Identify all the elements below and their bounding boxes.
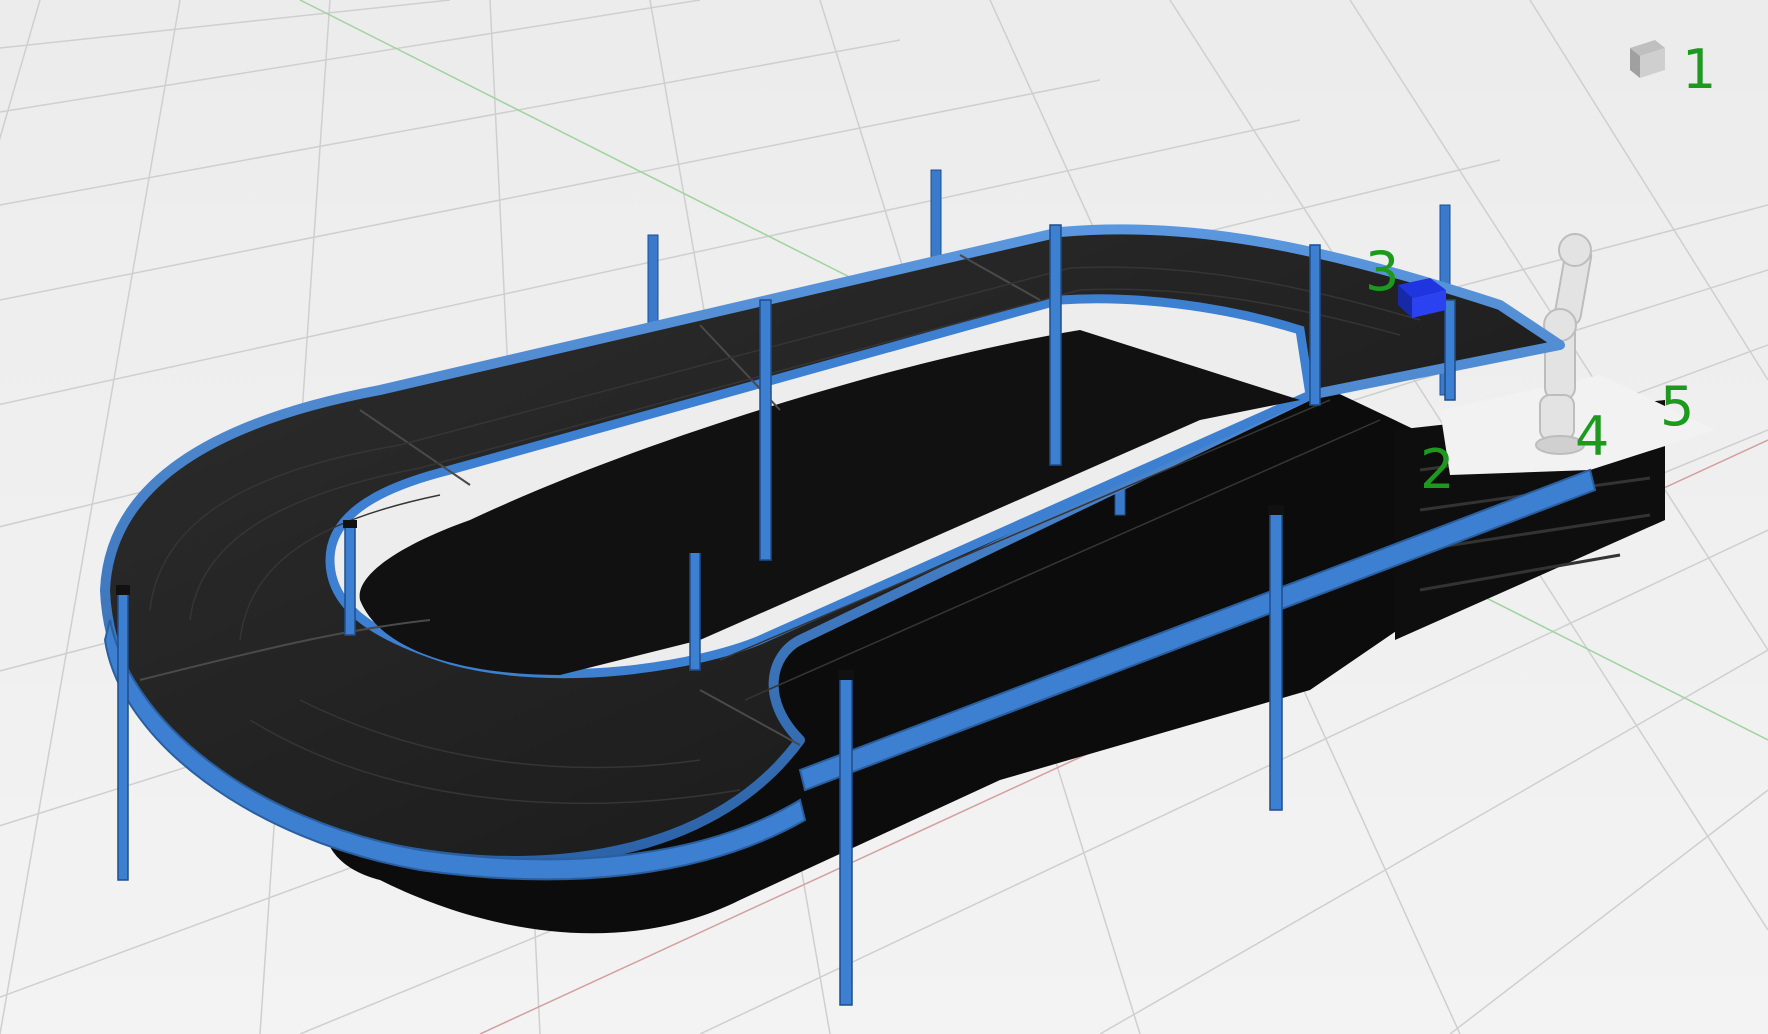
viewport-canvas[interactable]: 1 2 3 4 5: [0, 0, 1768, 1034]
marker-label-3: 3: [1365, 240, 1399, 303]
marker-label-2: 2: [1420, 438, 1454, 501]
marker-label-4: 4: [1575, 405, 1609, 468]
marker-label-5: 5: [1660, 375, 1694, 438]
marker-label-1: 1: [1682, 38, 1716, 101]
